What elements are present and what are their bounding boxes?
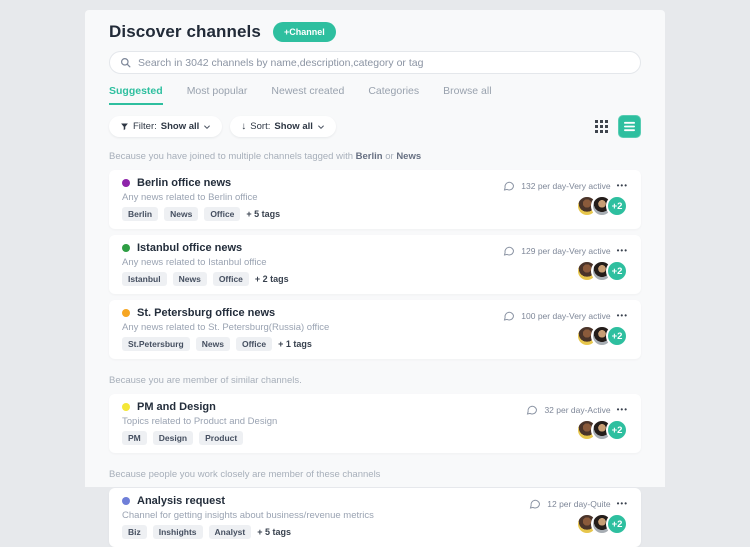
channel-card-st-petersburg-office-news[interactable]: St. Petersburg office news Any news rela… (109, 300, 641, 359)
search-icon (120, 57, 131, 68)
member-avatars: +2 (576, 513, 628, 535)
header: Discover channels +Channel (109, 22, 641, 42)
member-avatars: +2 (576, 325, 628, 347)
grid-view-button[interactable] (593, 118, 610, 135)
more-tags-label[interactable]: + 5 tags (257, 527, 291, 537)
discover-channels-panel: Discover channels +Channel Suggested Mos… (85, 10, 665, 547)
member-avatars: +2 (576, 260, 628, 282)
search-bar[interactable] (109, 51, 641, 74)
more-options-button[interactable]: ••• (617, 500, 628, 508)
member-avatars: +2 (576, 419, 628, 441)
grid-icon (595, 120, 608, 133)
search-input[interactable] (138, 56, 630, 69)
channel-tag[interactable]: Berlin (122, 207, 159, 221)
channel-tag[interactable]: Product (199, 431, 244, 445)
member-overflow-badge[interactable]: +2 (606, 260, 628, 282)
list-icon (624, 121, 635, 132)
filter-dropdown[interactable]: Filter: Show all (109, 116, 223, 137)
channel-name: Istanbul office news (137, 242, 243, 254)
member-overflow-badge[interactable]: +2 (606, 419, 628, 441)
channel-tag[interactable]: Office (204, 207, 241, 221)
channel-description: Any news related to Istanbul office (122, 257, 267, 268)
message-bubble-icon (503, 245, 515, 257)
activity-label: 12 per day-Quite (547, 499, 611, 509)
more-tags-label[interactable]: + 5 tags (246, 209, 280, 219)
channel-description: Topics related to Product and Design (122, 416, 278, 427)
more-tags-label[interactable]: + 2 tags (255, 274, 289, 284)
member-overflow-badge[interactable]: +2 (606, 513, 628, 535)
section-reason: Because people you work closely are memb… (109, 469, 381, 480)
channel-tag[interactable]: St.Petersburg (122, 337, 190, 351)
channel-tag[interactable]: Office (235, 337, 273, 351)
filter-value: Show all (160, 121, 200, 132)
chevron-down-icon (317, 123, 325, 131)
channel-description: Any news related to St. Petersburg(Russi… (122, 322, 330, 333)
tab-suggested[interactable]: Suggested (109, 85, 163, 105)
more-options-button[interactable]: ••• (617, 247, 628, 255)
tab-categories[interactable]: Categories (368, 85, 419, 105)
channel-tag[interactable]: Design (152, 431, 194, 445)
channel-status-dot (122, 244, 130, 252)
chevron-down-icon (203, 123, 211, 131)
channel-card-analysis-request[interactable]: Analysis request Channel for getting ins… (109, 488, 641, 547)
page-title: Discover channels (109, 22, 261, 41)
channel-name: PM and Design (137, 401, 216, 413)
channel-card-berlin-office-news[interactable]: Berlin office news Any news related to B… (109, 170, 641, 229)
channel-status-dot (122, 497, 130, 505)
channel-description: Channel for getting insights about busin… (122, 510, 374, 521)
channel-tag[interactable]: News (195, 337, 230, 351)
activity-label: 100 per day-Very active (521, 311, 611, 321)
message-bubble-icon (529, 498, 541, 510)
add-channel-button[interactable]: +Channel (272, 22, 336, 42)
section-reason: Because you have joined to multiple chan… (109, 151, 422, 162)
section-reason: Because you are member of similar channe… (109, 375, 302, 386)
tab-browse-all[interactable]: Browse all (443, 85, 491, 105)
message-bubble-icon (503, 310, 515, 322)
more-options-button[interactable]: ••• (617, 182, 628, 190)
filter-label: Filter: (133, 121, 157, 132)
tab-most-popular[interactable]: Most popular (187, 85, 248, 105)
list-view-button[interactable] (618, 115, 641, 138)
channel-tag[interactable]: News (172, 272, 207, 286)
tab-newest-created[interactable]: Newest created (271, 85, 344, 105)
member-overflow-badge[interactable]: +2 (606, 195, 628, 217)
funnel-icon (120, 122, 129, 131)
message-bubble-icon (526, 404, 538, 416)
channel-card-pm-and-design[interactable]: PM and Design Topics related to Product … (109, 394, 641, 453)
member-avatars: +2 (576, 195, 628, 217)
more-options-button[interactable]: ••• (617, 406, 628, 414)
more-options-button[interactable]: ••• (617, 312, 628, 320)
channel-status-dot (122, 179, 130, 187)
activity-label: 129 per day-Very active (521, 246, 611, 256)
sort-value: Show all (274, 121, 313, 132)
member-overflow-badge[interactable]: +2 (606, 325, 628, 347)
channel-status-dot (122, 403, 130, 411)
channel-description: Any news related to Berlin office (122, 192, 258, 203)
channel-tag[interactable]: Istanbul (122, 272, 167, 286)
sort-label: Sort: (250, 121, 271, 132)
channel-name: Berlin office news (137, 177, 232, 189)
toolbar: Filter: Show all ↓ Sort: Show all (109, 115, 641, 138)
arrow-down-icon: ↓ (241, 121, 247, 132)
channel-card-istanbul-office-news[interactable]: Istanbul office news Any news related to… (109, 235, 641, 294)
channel-tag[interactable]: News (164, 207, 199, 221)
channel-tag[interactable]: PM (122, 431, 147, 445)
more-tags-label[interactable]: + 1 tags (278, 339, 312, 349)
channel-tag[interactable]: Analyst (208, 525, 252, 539)
channel-tag[interactable]: Biz (122, 525, 147, 539)
channel-name: Analysis request (137, 495, 226, 507)
sort-dropdown[interactable]: ↓ Sort: Show all (230, 116, 336, 137)
channel-tag[interactable]: Inshights (152, 525, 203, 539)
channel-name: St. Petersburg office news (137, 307, 276, 319)
message-bubble-icon (503, 180, 515, 192)
channel-status-dot (122, 309, 130, 317)
channel-tag[interactable]: Office (212, 272, 249, 286)
activity-label: 132 per day-Very active (521, 181, 611, 191)
activity-label: 32 per day-Active (544, 405, 611, 415)
tab-bar: Suggested Most popular Newest created Ca… (109, 85, 641, 105)
